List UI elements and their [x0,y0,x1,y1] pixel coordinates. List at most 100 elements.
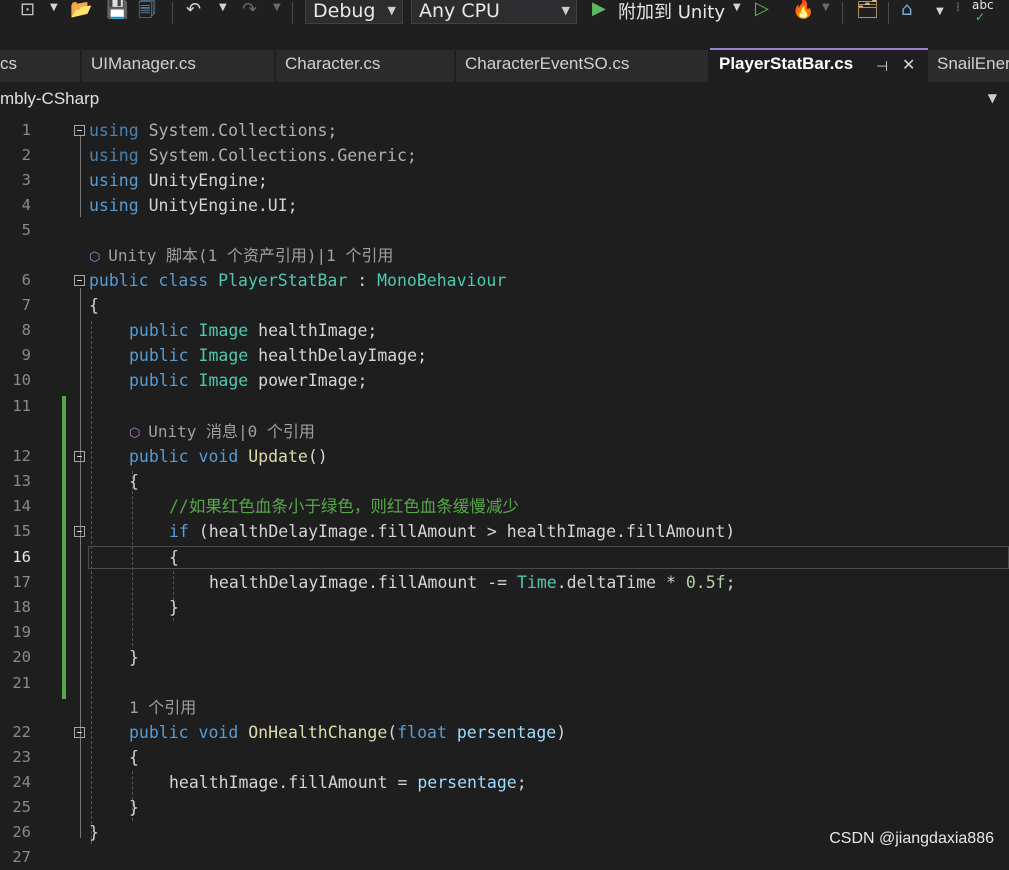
codelens[interactable]: ⬡ Unity 脚本(1 个资产引用)|1 个引用 [0,243,1009,268]
tab-label: Character.cs [285,54,381,73]
keyword: using [89,171,139,190]
tab-snailenemy[interactable]: SnailEner [928,50,1009,82]
undo-icon[interactable]: ↶ [186,0,201,20]
code-line: 22 public void OnHealthChange(float pers… [0,720,1009,745]
code-token: UnityEngine.UI; [138,196,298,215]
collapse-icon[interactable] [74,727,85,738]
line-number: 18 [12,598,31,616]
keyword: float [397,723,447,742]
line-number: 23 [12,748,31,766]
code-text: if (healthDelayImage.fillAmount > health… [169,519,735,544]
code-comment: //如果红色血条小于绿色，则红色血条缓慢减少 [169,497,519,516]
chevron-down-icon: ▼ [561,4,570,17]
save-icon[interactable]: 💾 [106,0,128,20]
code-line: 3 using UnityEngine; [0,168,1009,193]
code-line: 9 public Image healthDelayImage; [0,343,1009,368]
save-all-icon[interactable]: 🗐 [138,0,156,20]
codelens-text[interactable]: ⬡ Unity 脚本(1 个资产引用)|1 个引用 [89,243,393,270]
line-number: 14 [12,497,31,515]
line-number: 5 [21,221,31,239]
line-number: 13 [12,472,31,490]
line-number: 19 [12,623,31,641]
navigation-bar: mbly-CSharp ▼ [0,82,1009,119]
hot-reload-dropdown-icon[interactable]: ▼ [822,2,830,13]
tab-label: cs [0,54,17,73]
find-in-files-icon[interactable]: 🗂 [856,0,879,20]
redo-icon[interactable]: ↷ [242,0,257,20]
tab-cs[interactable]: cs [0,50,80,82]
codelens[interactable]: 1 个引用 [0,695,1009,720]
attach-to-unity-button[interactable]: 附加到 Unity [618,0,725,24]
code-text: } [129,798,139,817]
code-text: using System.Collections.Generic; [89,143,417,168]
code-editor[interactable]: 1 using System.Collections; 2 using Syst… [0,118,1009,866]
tab-uimanager[interactable]: UIManager.cs [82,50,274,82]
code-token: powerImage; [248,371,368,390]
close-icon[interactable]: ✕ [902,52,915,80]
collapse-icon[interactable] [74,275,85,286]
code-line: 10 public Image powerImage; [0,368,1009,393]
parameter: persentage [417,773,517,792]
keyword: public [129,346,189,365]
window-layout-icon[interactable]: ⌂ [901,0,912,20]
document-tab-bar: cs UIManager.cs Character.cs CharacterEv… [0,44,1009,82]
attach-dropdown-icon[interactable]: ▼ [733,2,741,13]
code-token: UnityEngine; [138,171,268,190]
codelens-text[interactable]: ⬡ Unity 消息|0 个引用 [129,419,315,446]
code-text: using System.Collections; [89,118,337,143]
code-text: public Image healthImage; [129,318,377,343]
parameter: persentage [456,723,557,742]
line-number: 2 [21,146,31,164]
codelens-text[interactable]: 1 个引用 [129,695,196,720]
line-number: 3 [21,171,31,189]
start-without-debug-icon[interactable]: ▷ [755,0,769,19]
code-token: healthImage; [248,321,378,340]
separator [172,2,173,24]
keyword: public class [89,271,209,290]
code-text: } [89,823,99,842]
configuration-select[interactable]: Debug ▼ [305,0,403,24]
open-folder-icon[interactable]: 📂 [70,0,92,20]
code-token: .deltaTime * [556,573,686,592]
project-dropdown[interactable]: mbly-CSharp [0,89,99,109]
tab-character[interactable]: Character.cs [276,50,454,82]
code-token: ; [516,773,527,792]
line-number: 26 [12,823,31,841]
keyword: using [89,146,139,165]
layout-dropdown-icon[interactable]: ▼ [936,6,944,17]
separator [888,2,889,24]
code-line: 5 [0,218,1009,243]
code-line: 13 { [0,469,1009,494]
code-line: 25 } [0,795,1009,820]
code-text: healthDelayImage.fillAmount -= Time.delt… [209,570,736,595]
code-line: 2 using System.Collections.Generic; [0,143,1009,168]
line-number: 1 [21,121,31,139]
code-text: public void Update() [129,444,328,469]
codelens[interactable]: ⬡ Unity 消息|0 个引用 [0,419,1009,444]
type-name: Image [198,321,249,340]
undo-dropdown-icon[interactable]: ▼ [219,2,227,13]
unity-message-icon: ⬡ [129,426,149,441]
code-text: { [129,748,139,767]
tab-charactereventso[interactable]: CharacterEventSO.cs [456,50,708,82]
new-dropdown-icon[interactable]: ▼ [50,2,58,13]
collapse-icon[interactable] [74,526,85,537]
redo-dropdown-icon[interactable]: ▼ [273,2,281,13]
tab-playerstatbar[interactable]: PlayerStatBar.cs ⊣ ✕ [710,48,928,82]
chevron-down-icon[interactable]: ▼ [988,91,997,105]
collapse-icon[interactable] [74,451,85,462]
pin-icon[interactable]: ⊣ [876,52,888,80]
platform-select[interactable]: Any CPU ▼ [411,0,577,24]
new-project-icon[interactable]: ⊡ [20,0,35,20]
spell-check-mark-icon: ✓ [975,10,986,24]
code-line: 19 [0,620,1009,645]
hot-reload-icon[interactable]: 🔥 [792,0,814,20]
tab-label: SnailEner [937,54,1009,73]
line-number: 20 [12,648,31,666]
chevron-down-icon: ▼ [387,4,396,17]
platform-value: Any CPU [419,0,500,22]
code-text: using UnityEngine.UI; [89,193,298,218]
collapse-icon[interactable] [74,125,85,136]
play-icon[interactable]: ▶ [592,0,606,19]
class-name: PlayerStatBar [218,271,348,290]
